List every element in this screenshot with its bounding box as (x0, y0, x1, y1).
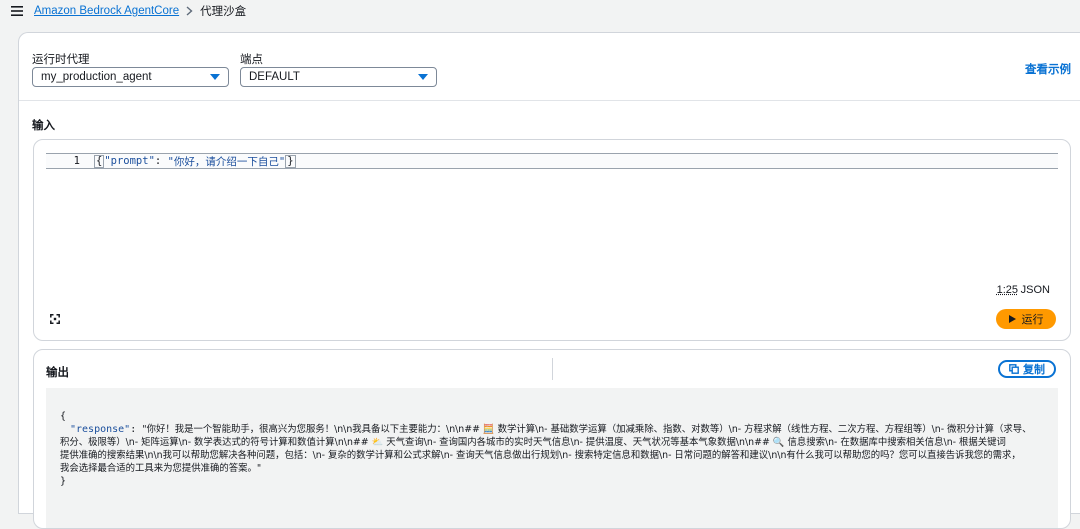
input-label: 输入 (32, 120, 55, 132)
json-response-line-3: 提供准确的搜索结果\n\n我可以帮助您解决各种问题，包括：\n- 复杂的数学计算… (60, 449, 1044, 462)
open-brace: { (94, 154, 105, 168)
top-bar: Amazon Bedrock AgentCore 代理沙盒 (0, 0, 1080, 22)
agent-select[interactable]: my_production_agent (32, 67, 229, 87)
agent-select-value: my_production_agent (41, 71, 152, 83)
expand-icon[interactable] (50, 313, 60, 327)
view-example-link[interactable]: 查看示例 (1025, 61, 1071, 77)
json-open-brace: { (60, 411, 67, 422)
json-close-brace: } (60, 476, 67, 487)
json-key: "response" (70, 424, 131, 435)
json-response-value-3: 提供准确的搜索结果\n\n我可以帮助您解决各种问题，包括：\n- 复杂的数学计算… (60, 450, 1021, 461)
output-label: 输出 (46, 367, 69, 379)
endpoint-select-value: DEFAULT (249, 71, 300, 83)
json-key: "prompt" (104, 155, 155, 167)
breadcrumb-root-link[interactable]: Amazon Bedrock AgentCore (34, 5, 179, 17)
play-icon (1008, 315, 1016, 323)
agent-label: 运行时代理 (32, 54, 90, 66)
endpoint-select[interactable]: DEFAULT (240, 67, 437, 87)
line-number: 1 (73, 155, 80, 167)
code-line[interactable]: 1 { "prompt" : "你好，请介绍一下自己" } (46, 153, 1058, 169)
divider (552, 358, 553, 380)
agent-sandbox-panel: 运行时代理 my_production_agent 端点 DEFAULT 查看示… (18, 32, 1080, 529)
json-colon: : (154, 155, 168, 167)
output-panel: 输出 复制 { "response": "你好！我是一个智能助手，很高兴为您服务… (33, 349, 1071, 529)
json-colon: : (130, 424, 143, 435)
language-mode: JSON (1020, 284, 1050, 296)
hamburger-menu-icon[interactable] (6, 0, 28, 22)
json-string-value: "你好，请介绍一下自己" (167, 155, 286, 168)
json-response-line-4: 我会选择最合适的工具来为您提供准确的答案。" (60, 462, 1044, 475)
endpoint-label: 端点 (240, 54, 263, 66)
divider (19, 100, 1080, 101)
code-text: { "prompt" : "你好，请介绍一下自己" } (94, 154, 296, 169)
json-response-value-2: 积分、极限等）\n- 矩阵运算\n- 数学表达式的符号计算和数值计算\n\n##… (60, 437, 1006, 448)
breadcrumb-current: 代理沙盒 (200, 6, 247, 18)
input-code-editor[interactable]: 1 { "prompt" : "你好，请介绍一下自己" } 1:25 JSON … (33, 139, 1071, 341)
output-json: { "response": "你好！我是一个智能助手，很高兴为您服务！\n\n我… (46, 388, 1058, 528)
json-response-value-4: 我会选择最合适的工具来为您提供准确的答案。" (60, 463, 262, 474)
caret-down-icon (210, 74, 220, 80)
json-response-line-2: 积分、极限等）\n- 矩阵运算\n- 数学表达式的符号计算和数值计算\n\n##… (60, 436, 1044, 449)
run-button[interactable]: 运行 (996, 309, 1056, 329)
copy-icon (1009, 364, 1019, 374)
copy-button[interactable]: 复制 (998, 360, 1056, 378)
caret-down-icon (418, 74, 428, 80)
json-response-line: "response": "你好！我是一个智能助手，很高兴为您服务！\n\n我具备… (60, 423, 1044, 436)
chevron-right-icon (186, 6, 193, 16)
run-button-label: 运行 (1021, 314, 1044, 326)
cursor-position[interactable]: 1:25 (997, 284, 1018, 296)
close-brace: } (285, 154, 296, 168)
json-response-value-1: "你好！我是一个智能助手，很高兴为您服务！\n\n我具备以下主要能力：\n\n#… (142, 424, 1032, 435)
copy-button-label: 复制 (1023, 364, 1045, 376)
